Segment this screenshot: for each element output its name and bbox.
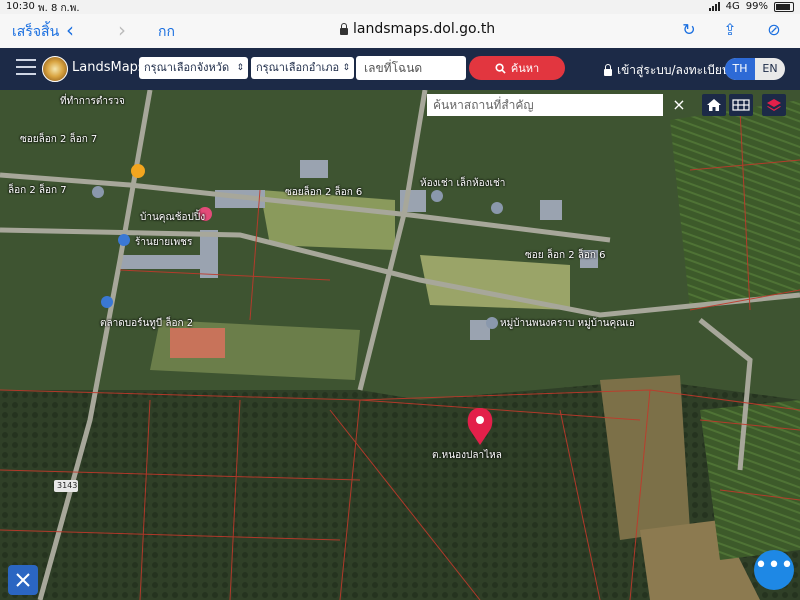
language-toggle: TH EN [725, 58, 785, 80]
done-button[interactable]: เสร็จสิ้น [12, 21, 59, 43]
network-type: 4G [725, 1, 740, 12]
map-label: ซอยล็อก 2 ล็อก 6 [285, 187, 363, 198]
chevron-updown-icon: ⇕ [342, 63, 350, 73]
battery-icon [774, 1, 794, 12]
province-select-value: กรุณาเลือกจังหวัด [144, 61, 230, 74]
more-options-button[interactable]: ••• [754, 550, 794, 590]
browser-toolbar: เสร็จสิ้น ‹ › กก landsmaps.dol.go.th ↻ ⇪… [0, 14, 800, 49]
map-label: ร้านยายเพชร [135, 237, 193, 248]
grid-icon [732, 99, 750, 111]
home-icon [707, 99, 721, 111]
map-label: บ้านคุณช้อปปิ้ง [140, 212, 206, 223]
ruler-pencil-icon [16, 573, 30, 587]
search-icon [495, 62, 506, 74]
lock-icon [340, 22, 348, 35]
lang-th-button[interactable]: TH [725, 58, 755, 80]
layers-button[interactable] [762, 94, 786, 116]
status-bar: 10:30 พ. 8 ก.พ. 4G 99% [0, 0, 800, 14]
map-label: ล็อก 2 ล็อก 7 [8, 185, 67, 196]
landsmaps-logo [42, 56, 68, 82]
chevron-updown-icon: ⇕ [236, 63, 244, 73]
battery-percent: 99% [745, 1, 768, 12]
map-label: ที่ทำการตำรวจ [60, 96, 125, 107]
lang-en-button[interactable]: EN [755, 58, 785, 80]
more-dots-icon: ••• [754, 553, 794, 578]
back-chevron-icon[interactable]: ‹ [66, 18, 74, 42]
url-text: landsmaps.dol.go.th [353, 21, 496, 37]
parcel-label: ต.หนองปลาไหล [432, 450, 502, 461]
search-button[interactable]: ค้นหา [469, 56, 565, 80]
signal-icon [708, 2, 720, 11]
map-label: ซอย ล็อก 2 ล็อก 6 [525, 250, 606, 261]
brand-name: LandsMaps [72, 60, 145, 75]
status-time: 10:30 [6, 1, 35, 12]
login-label: เข้าสู่ระบบ/ลงทะเบียน [617, 63, 731, 77]
address-bar[interactable]: landsmaps.dol.go.th [340, 21, 495, 37]
menu-icon[interactable] [16, 59, 36, 77]
home-button[interactable] [702, 94, 726, 116]
share-icon[interactable]: ⇪ [720, 20, 740, 40]
district-select-value: กรุณาเลือกอำเภอ [256, 61, 340, 74]
district-select[interactable]: กรุณาเลือกอำเภอ ⇕ [251, 57, 354, 79]
reload-icon[interactable]: ↻ [679, 20, 699, 40]
road-number-label: 3143 [57, 481, 78, 490]
province-select[interactable]: กรุณาเลือกจังหวัด ⇕ [139, 57, 248, 79]
measure-tool-button[interactable] [8, 565, 38, 595]
search-button-label: ค้นหา [510, 62, 540, 75]
map-canvas [0, 90, 800, 600]
login-link[interactable]: เข้าสู่ระบบ/ลงทะเบียน [604, 61, 730, 80]
compass-icon[interactable]: ⊘ [764, 20, 784, 40]
text-size-button[interactable]: กก [158, 21, 175, 43]
map-label: ซอยล็อก 2 ล็อก 7 [20, 134, 98, 145]
place-search-input[interactable] [427, 94, 663, 116]
map-label: ห้องเช่า เล็กห้องเช่า [420, 178, 506, 189]
app-header: LandsMaps กรุณาเลือกจังหวัด ⇕ กรุณาเลือก… [0, 48, 800, 90]
lock-icon [604, 64, 612, 76]
map-label: หมู่บ้านพนงคราบ หมู่บ้านคุณเอ [500, 318, 635, 329]
layers-icon [767, 99, 781, 111]
grid-button[interactable] [729, 94, 753, 116]
status-indicators: 4G 99% [708, 1, 794, 12]
map-label: ตลาดบอร์นทูบี ล็อก 2 [100, 318, 194, 329]
forward-chevron-icon[interactable]: › [118, 18, 126, 42]
clear-search-icon[interactable]: × [668, 94, 690, 116]
satellite-map[interactable]: ซอยล็อก 2 ล็อก 7 ซอยล็อก 2 ล็อก 6 ล็อก 2… [0, 90, 800, 600]
deed-number-input[interactable] [356, 56, 466, 80]
